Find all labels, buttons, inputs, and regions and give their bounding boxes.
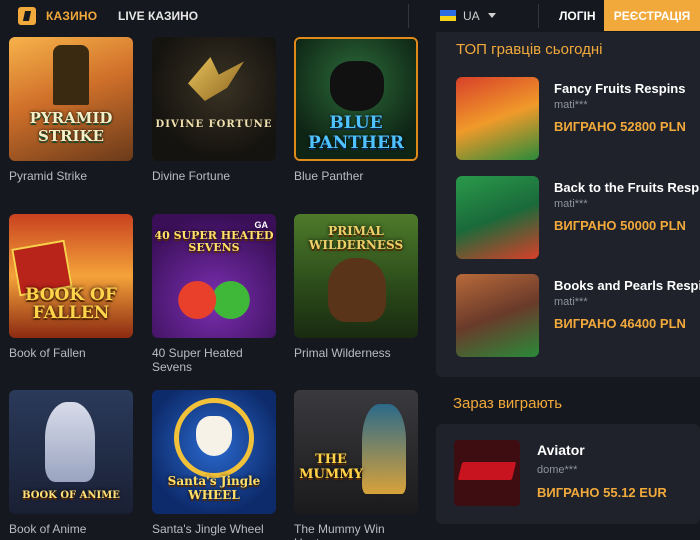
game-thumbnail[interactable]: PYRAMID STRIKE bbox=[9, 37, 133, 161]
game-thumbnail[interactable] bbox=[456, 274, 539, 357]
game-title[interactable]: Divine Fortune bbox=[152, 169, 276, 183]
game-title[interactable]: Pyramid Strike bbox=[9, 169, 133, 183]
game-thumbnail[interactable]: DIVINE FORTUNE bbox=[152, 37, 276, 161]
game-thumbnail[interactable] bbox=[456, 77, 539, 160]
header-divider bbox=[408, 4, 409, 28]
game-card[interactable]: PYRAMID STRIKE Pyramid Strike bbox=[9, 37, 133, 183]
game-title[interactable]: Book of Anime bbox=[9, 522, 133, 536]
now-winning-title: Зараз виграють bbox=[453, 395, 563, 412]
game-card[interactable]: PRIMAL WILDERNESS Primal Wilderness bbox=[294, 214, 418, 360]
nav-live-casino[interactable]: LIVE КАЗИНО bbox=[118, 9, 198, 23]
win-game-name[interactable]: Fancy Fruits Respins bbox=[554, 81, 700, 96]
login-button[interactable]: ЛОГІН bbox=[559, 9, 596, 23]
win-amount: ВИГРАНО 50000 PLN bbox=[554, 218, 686, 233]
chevron-down-icon[interactable] bbox=[488, 13, 496, 18]
win-user: mati*** bbox=[554, 296, 588, 308]
win-user: mati*** bbox=[554, 198, 588, 210]
game-thumbnail[interactable]: 40 SUPER HEATED SEVENS GA bbox=[152, 214, 276, 338]
game-title[interactable]: Primal Wilderness bbox=[294, 346, 418, 360]
game-card[interactable]: Santa's Jingle WHEEL Santa's Jingle Whee… bbox=[152, 390, 276, 536]
game-card[interactable]: BOOK OF ANIME Book of Anime bbox=[9, 390, 133, 536]
game-grid: PYRAMID STRIKE Pyramid Strike DIVINE FOR… bbox=[0, 32, 428, 540]
header-divider bbox=[538, 4, 539, 28]
game-title[interactable]: 40 Super Heated Sevens bbox=[152, 346, 276, 374]
win-amount: ВИГРАНО 52800 PLN bbox=[554, 119, 686, 134]
ukraine-flag-icon[interactable] bbox=[440, 10, 456, 21]
game-card[interactable]: DIVINE FORTUNE Divine Fortune bbox=[152, 37, 276, 183]
now-winning-card[interactable]: Aviator dome*** ВИГРАНО 55.12 EUR bbox=[436, 424, 700, 524]
game-thumbnail[interactable]: BLUE PANTHER bbox=[294, 37, 418, 161]
game-thumbnail[interactable] bbox=[454, 440, 520, 506]
game-card[interactable]: THE MUMMY The Mummy Win Hunters bbox=[294, 390, 418, 540]
top-players-panel: ТОП гравців сьогодні Fancy Fruits Respin… bbox=[436, 32, 700, 377]
win-amount: ВИГРАНО 46400 PLN bbox=[554, 316, 686, 331]
now-user: dome*** bbox=[537, 464, 578, 476]
register-button[interactable]: РЕЄСТРАЦІЯ bbox=[604, 0, 700, 31]
win-user: mati*** bbox=[554, 99, 588, 111]
top-players-title: ТОП гравців сьогодні bbox=[456, 41, 603, 58]
top-player-item[interactable]: Books and Pearls Respins mati*** ВИГРАНО… bbox=[456, 274, 700, 358]
win-game-name[interactable]: Back to the Fruits Respins bbox=[554, 180, 700, 195]
language-selector[interactable]: UA bbox=[463, 9, 480, 23]
top-player-item[interactable]: Back to the Fruits Respins mati*** ВИГРА… bbox=[456, 176, 700, 260]
game-thumbnail[interactable]: BOOK OF FALLEN bbox=[9, 214, 133, 338]
top-header: КАЗИНО LIVE КАЗИНО UA ЛОГІН РЕЄСТРАЦІЯ bbox=[0, 0, 700, 32]
game-title[interactable]: Book of Fallen bbox=[9, 346, 133, 360]
game-card[interactable]: 40 SUPER HEATED SEVENS GA 40 Super Heate… bbox=[152, 214, 276, 374]
game-card[interactable]: BLUE PANTHER Blue Panther bbox=[294, 37, 418, 183]
game-thumbnail[interactable] bbox=[456, 176, 539, 259]
game-thumbnail[interactable]: THE MUMMY bbox=[294, 390, 418, 514]
game-thumbnail[interactable]: PRIMAL WILDERNESS bbox=[294, 214, 418, 338]
game-title[interactable]: Blue Panther bbox=[294, 169, 418, 183]
game-card[interactable]: BOOK OF FALLEN Book of Fallen bbox=[9, 214, 133, 360]
nav-casino[interactable]: КАЗИНО bbox=[46, 9, 97, 23]
top-player-item[interactable]: Fancy Fruits Respins mati*** ВИГРАНО 528… bbox=[456, 77, 700, 161]
casino-logo-icon[interactable] bbox=[18, 7, 36, 25]
game-title[interactable]: The Mummy Win Hunters bbox=[294, 522, 418, 540]
now-amount: ВИГРАНО 55.12 EUR bbox=[537, 485, 667, 500]
win-game-name[interactable]: Books and Pearls Respins bbox=[554, 278, 700, 293]
provider-badge: GA bbox=[254, 220, 269, 230]
game-thumbnail[interactable]: BOOK OF ANIME bbox=[9, 390, 133, 514]
now-game-name[interactable]: Aviator bbox=[537, 442, 585, 458]
game-title[interactable]: Santa's Jingle Wheel bbox=[152, 522, 276, 536]
game-thumbnail[interactable]: Santa's Jingle WHEEL bbox=[152, 390, 276, 514]
